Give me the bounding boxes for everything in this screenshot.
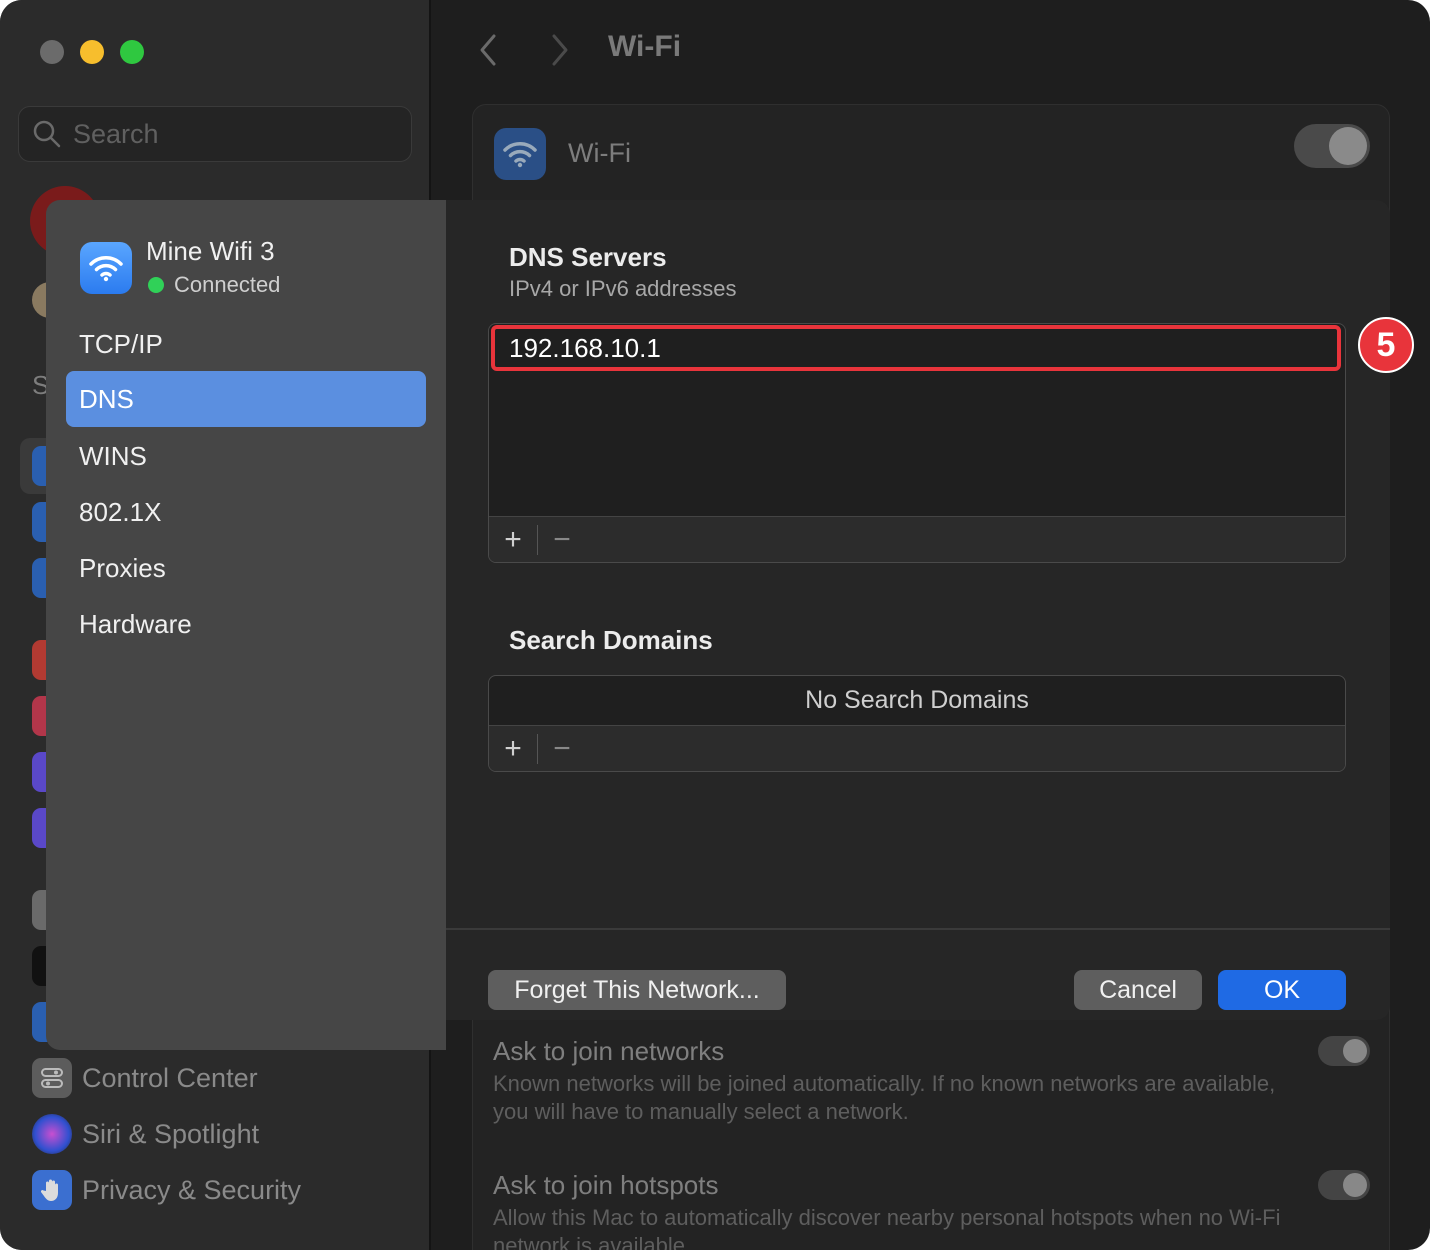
sidebar-item-label: Control Center (82, 1062, 258, 1093)
chevron-right-icon[interactable] (548, 32, 572, 68)
dns-servers-subtitle: IPv4 or IPv6 addresses (509, 276, 737, 301)
hand-icon (32, 1170, 72, 1210)
divider (446, 928, 1390, 930)
wifi-icon (494, 128, 546, 180)
search-domains-list: No Search Domains + − (488, 675, 1346, 772)
close-window-button[interactable] (40, 40, 64, 64)
status-dot (148, 277, 164, 293)
wifi-icon (80, 242, 132, 294)
chevron-left-icon[interactable] (476, 32, 500, 68)
remove-dns-server-button[interactable]: − (538, 517, 586, 563)
search-icon (33, 120, 61, 148)
ask-hotspots-heading: Ask to join hotspots (493, 1170, 719, 1200)
dns-server-entry[interactable]: 192.168.10.1 (491, 325, 1341, 371)
remove-search-domain-button[interactable]: − (538, 726, 586, 772)
siri-icon (32, 1114, 72, 1154)
maximize-window-button[interactable] (120, 40, 144, 64)
sidebar-search[interactable] (18, 106, 412, 162)
tab-tcpip[interactable]: TCP/IP (66, 316, 426, 372)
search-domains-title: Search Domains (509, 625, 713, 655)
sidebar-item-privacy[interactable]: Privacy & Security (32, 1170, 301, 1210)
sidebar-item-label: Siri & Spotlight (82, 1118, 260, 1149)
sidebar-item-control-center[interactable]: Control Center (32, 1058, 258, 1098)
tab-hardware[interactable]: Hardware (66, 596, 426, 652)
forget-network-button[interactable]: Forget This Network... (488, 970, 786, 1010)
ask-networks-description: Known networks will be joined automatica… (493, 1071, 1276, 1124)
ask-hotspots-toggle[interactable] (1318, 1170, 1370, 1200)
add-search-domain-button[interactable]: + (489, 726, 537, 772)
ask-networks-heading: Ask to join networks (493, 1036, 725, 1066)
settings-window: S Control Center Siri & Spotlight Privac… (0, 0, 1430, 1250)
ask-hotspots-description: Allow this Mac to automatically discover… (493, 1205, 1281, 1250)
network-status: Connected (148, 272, 280, 298)
ok-button[interactable]: OK (1218, 970, 1346, 1010)
control-center-icon (32, 1058, 72, 1098)
dns-list-footer: + − (489, 516, 1345, 562)
tab-proxies[interactable]: Proxies (66, 540, 426, 596)
sidebar-item-siri[interactable]: Siri & Spotlight (32, 1114, 259, 1154)
minimize-window-button[interactable] (80, 40, 104, 64)
wifi-row-label: Wi-Fi (568, 138, 631, 168)
network-name: Mine Wifi 3 (146, 236, 275, 266)
dns-servers-title: DNS Servers (509, 242, 667, 272)
step-badge: 5 (1358, 317, 1414, 373)
search-domains-empty: No Search Domains (805, 685, 1029, 714)
network-status-text: Connected (174, 272, 281, 297)
search-domains-footer: + − (489, 725, 1345, 771)
add-dns-server-button[interactable]: + (489, 517, 537, 563)
sidebar-item-label: Privacy & Security (82, 1174, 302, 1205)
wifi-toggle[interactable] (1294, 124, 1370, 168)
tab-wins[interactable]: WINS (66, 428, 426, 484)
page-title: Wi-Fi (608, 30, 682, 63)
tab-8021x[interactable]: 802.1X (66, 484, 426, 540)
search-input[interactable] (73, 118, 373, 150)
tab-dns[interactable]: DNS (66, 371, 426, 427)
cancel-button[interactable]: Cancel (1074, 970, 1202, 1010)
ask-networks-toggle[interactable] (1318, 1036, 1370, 1066)
